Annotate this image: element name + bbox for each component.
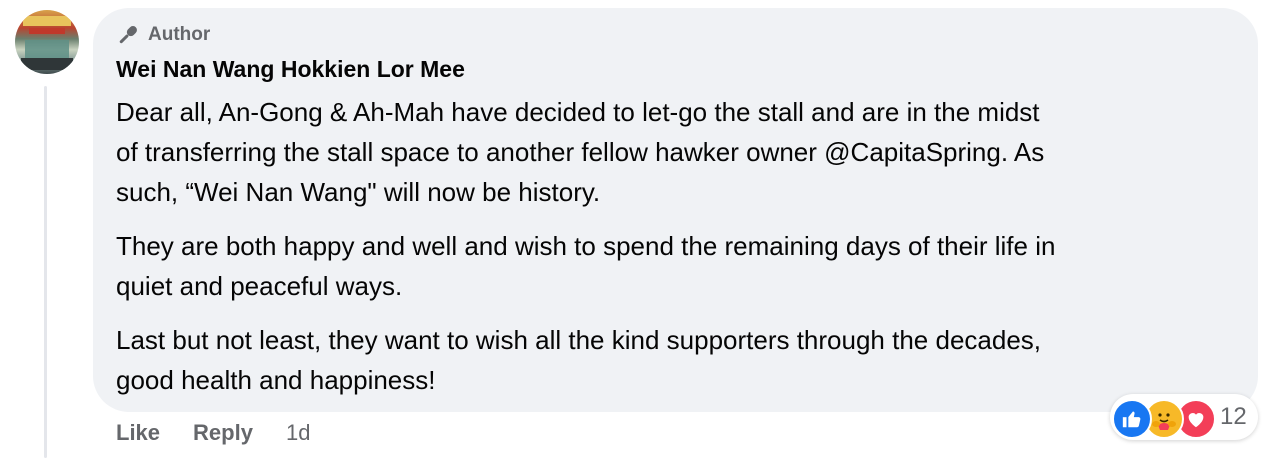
author-avatar[interactable] <box>15 10 79 74</box>
author-badge: Author <box>116 20 210 50</box>
comment-paragraph: They are both happy and well and wish to… <box>116 231 1056 301</box>
microphone-icon <box>116 23 140 47</box>
reactions-summary[interactable]: 12 <box>1110 394 1258 440</box>
reaction-count: 12 <box>1220 403 1247 430</box>
comment-timestamp[interactable]: 1d <box>286 420 310 446</box>
comment-paragraph: Dear all, An-Gong & Ah-Mah have decided … <box>116 97 1045 207</box>
avatar-image-counter <box>21 58 73 70</box>
author-badge-label: Author <box>148 24 211 45</box>
like-reaction-icon <box>1112 399 1152 439</box>
comment-body: Dear all, An-Gong & Ah-Mah have decided … <box>116 92 1236 414</box>
reply-thread-line <box>44 86 47 458</box>
avatar-image-roof <box>23 16 71 26</box>
comment-paragraph: Last but not least, they want to wish al… <box>116 325 1042 395</box>
like-button[interactable]: Like <box>116 420 160 446</box>
avatar-image-stall <box>25 40 69 58</box>
comment-author-name[interactable]: Wei Nan Wang Hokkien Lor Mee <box>116 56 465 83</box>
avatar-image-sign <box>29 28 65 34</box>
comment-actions: Like Reply 1d <box>116 418 310 448</box>
reply-button[interactable]: Reply <box>193 420 253 446</box>
